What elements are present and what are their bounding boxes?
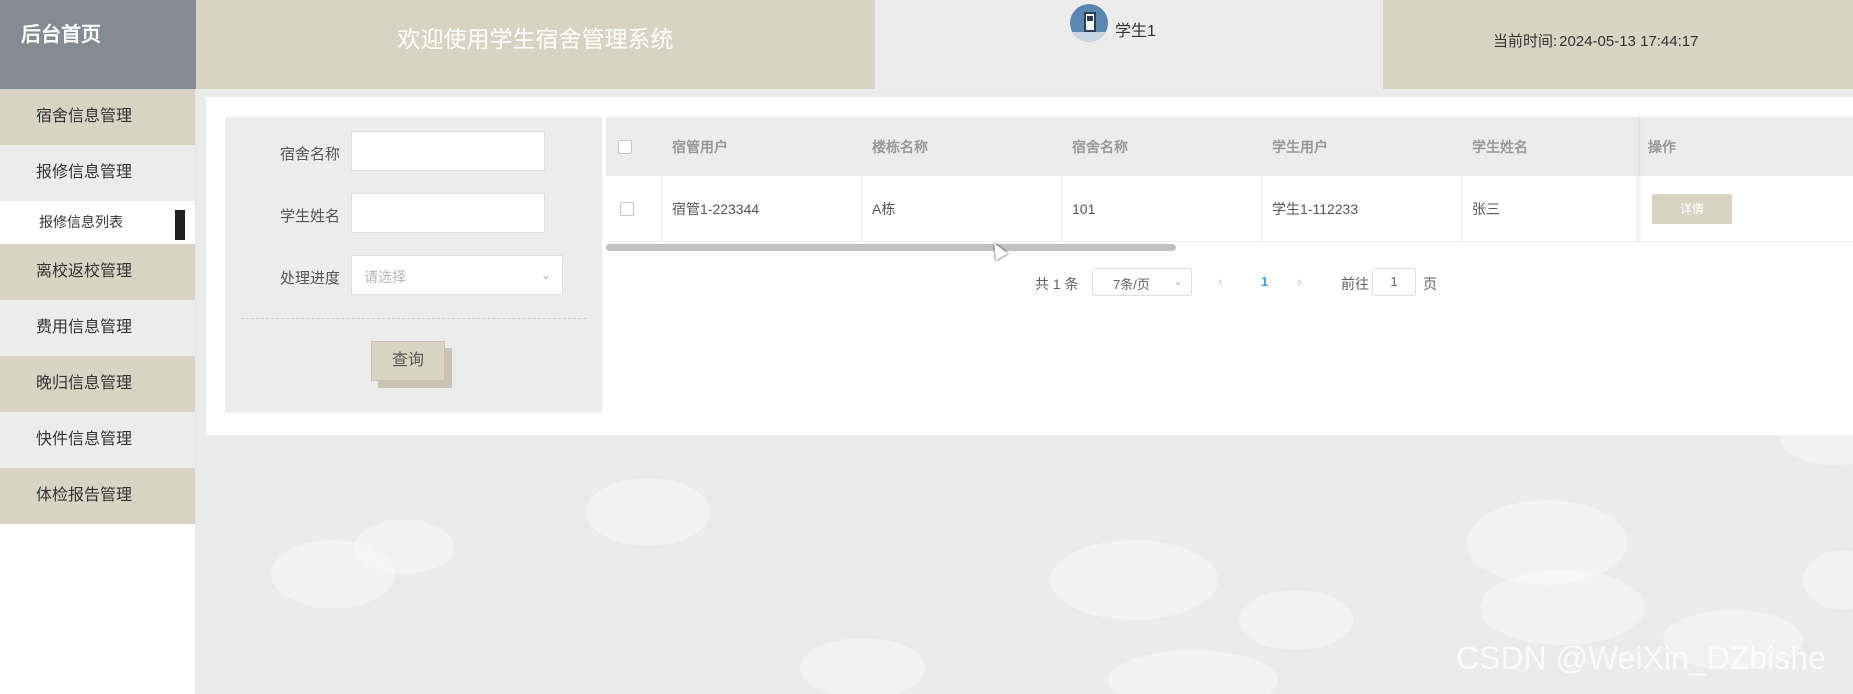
background-bubble bbox=[271, 540, 395, 608]
username: 学生1 bbox=[1115, 23, 1156, 40]
table-header: 宿管用户 楼栋名称 宿舍名称 学生用户 学生姓名 操作 bbox=[606, 117, 1853, 176]
background-bubble bbox=[1050, 540, 1218, 620]
progress-placeholder: 请选择 bbox=[364, 269, 406, 285]
student-name-label: 学生姓名 bbox=[279, 208, 340, 225]
top-header: 后台首页 欢迎使用学生宿舍管理系统 学生1 当前时间: 2024-05-13 17… bbox=[0, 0, 1853, 89]
chevron-left-icon[interactable]: ‹ bbox=[1218, 273, 1223, 289]
sidebar-item-leave-return[interactable]: 离校返校管理 bbox=[0, 244, 195, 300]
sidebar-subitem-label: 报修信息列表 bbox=[39, 214, 123, 230]
row-checkbox-cell[interactable] bbox=[606, 176, 662, 241]
dorm-name-label: 宿舍名称 bbox=[279, 146, 340, 163]
cell-actions: 详情 bbox=[1638, 176, 1853, 241]
sidebar-subitem-repair-list[interactable]: 报修信息列表 bbox=[0, 201, 195, 244]
user-avatar-icon[interactable] bbox=[1070, 4, 1108, 42]
sidebar-item-late-return[interactable]: 晚归信息管理 bbox=[0, 356, 195, 412]
cell-building: A栋 bbox=[862, 176, 1062, 241]
sidebar-item-health-report[interactable]: 体检报告管理 bbox=[0, 468, 195, 524]
column-header: 学生用户 bbox=[1272, 138, 1328, 155]
user-info[interactable]: 学生1 bbox=[875, 0, 1383, 89]
background-bubble bbox=[800, 638, 925, 694]
progress-label: 处理进度 bbox=[279, 270, 340, 287]
goto-page-input[interactable]: 1 bbox=[1372, 268, 1416, 296]
goto-label: 前往 bbox=[1341, 276, 1369, 292]
sidebar-item-express[interactable]: 快件信息管理 bbox=[0, 412, 195, 468]
fixed-column-shadow bbox=[1638, 117, 1642, 242]
header-checkbox-cell[interactable] bbox=[606, 117, 662, 176]
column-header: 宿舍名称 bbox=[1072, 138, 1128, 155]
sidebar-item-fee-info[interactable]: 费用信息管理 bbox=[0, 300, 195, 356]
total-count: 共 1 条 bbox=[1035, 276, 1079, 292]
sidebar-item-dorm-info[interactable]: 宿舍信息管理 bbox=[0, 89, 195, 145]
background-bubble bbox=[1238, 590, 1353, 650]
active-marker bbox=[175, 210, 185, 240]
horizontal-scrollbar[interactable] bbox=[606, 244, 1176, 251]
home-link[interactable]: 后台首页 bbox=[0, 0, 196, 89]
main-panel: 宿舍名称 学生姓名 处理进度 请选择 ⌄ 查询 宿管用户 楼栋名称 宿舍名称 学… bbox=[206, 97, 1853, 435]
cell-student-user: 学生1-112233 bbox=[1262, 176, 1462, 241]
background-bubble bbox=[586, 478, 710, 546]
current-time: 当前时间: 2024-05-13 17:44:17 bbox=[1383, 0, 1853, 89]
dorm-name-input[interactable] bbox=[351, 131, 545, 171]
sidebar-item-repair-info[interactable]: 报修信息管理 bbox=[0, 145, 195, 201]
sidebar: 宿舍信息管理 报修信息管理 报修信息列表 离校返校管理 费用信息管理 晚归信息管… bbox=[0, 89, 196, 694]
student-name-input[interactable] bbox=[351, 193, 545, 233]
detail-button[interactable]: 详情 bbox=[1652, 193, 1732, 224]
data-table: 宿管用户 楼栋名称 宿舍名称 学生用户 学生姓名 操作 宿管1-223344 A… bbox=[606, 117, 1853, 251]
row-checkbox[interactable] bbox=[620, 201, 634, 216]
background-bubble bbox=[1803, 550, 1853, 610]
watermark: CSDN @WeiXin_DZbishe bbox=[1456, 640, 1826, 676]
page-size-select[interactable]: 7条/页 ⌄ bbox=[1092, 268, 1192, 296]
chevron-down-icon: ⌄ bbox=[540, 268, 551, 282]
background-bubble bbox=[1108, 650, 1278, 694]
column-header: 操作 bbox=[1648, 138, 1676, 155]
page-number-current[interactable]: 1 bbox=[1261, 274, 1268, 289]
form-divider bbox=[241, 318, 586, 319]
time-value: 2024-05-13 17:44:17 bbox=[1559, 33, 1699, 50]
cell-manager: 宿管1-223344 bbox=[662, 176, 862, 241]
select-all-checkbox[interactable] bbox=[618, 139, 632, 154]
column-header: 楼栋名称 bbox=[872, 138, 928, 155]
system-title: 欢迎使用学生宿舍管理系统 bbox=[196, 0, 875, 89]
column-header: 宿管用户 bbox=[672, 138, 728, 155]
background-bubble bbox=[1480, 570, 1645, 645]
cell-dorm: 101 bbox=[1062, 176, 1262, 241]
cell-student-name: 张三 bbox=[1462, 176, 1638, 241]
page-size-value: 7条/页 bbox=[1113, 277, 1150, 292]
query-button[interactable]: 查询 bbox=[371, 341, 445, 381]
table-row: 宿管1-223344 A栋 101 学生1-112233 张三 详情 bbox=[606, 176, 1853, 242]
page-unit-label: 页 bbox=[1423, 276, 1437, 292]
time-label: 当前时间: bbox=[1493, 33, 1558, 50]
chevron-right-icon[interactable]: › bbox=[1297, 273, 1302, 289]
progress-select[interactable]: 请选择 ⌄ bbox=[351, 255, 563, 295]
column-header: 学生姓名 bbox=[1472, 138, 1528, 155]
search-form: 宿舍名称 学生姓名 处理进度 请选择 ⌄ 查询 bbox=[225, 117, 602, 413]
chevron-down-icon: ⌄ bbox=[1173, 276, 1183, 288]
